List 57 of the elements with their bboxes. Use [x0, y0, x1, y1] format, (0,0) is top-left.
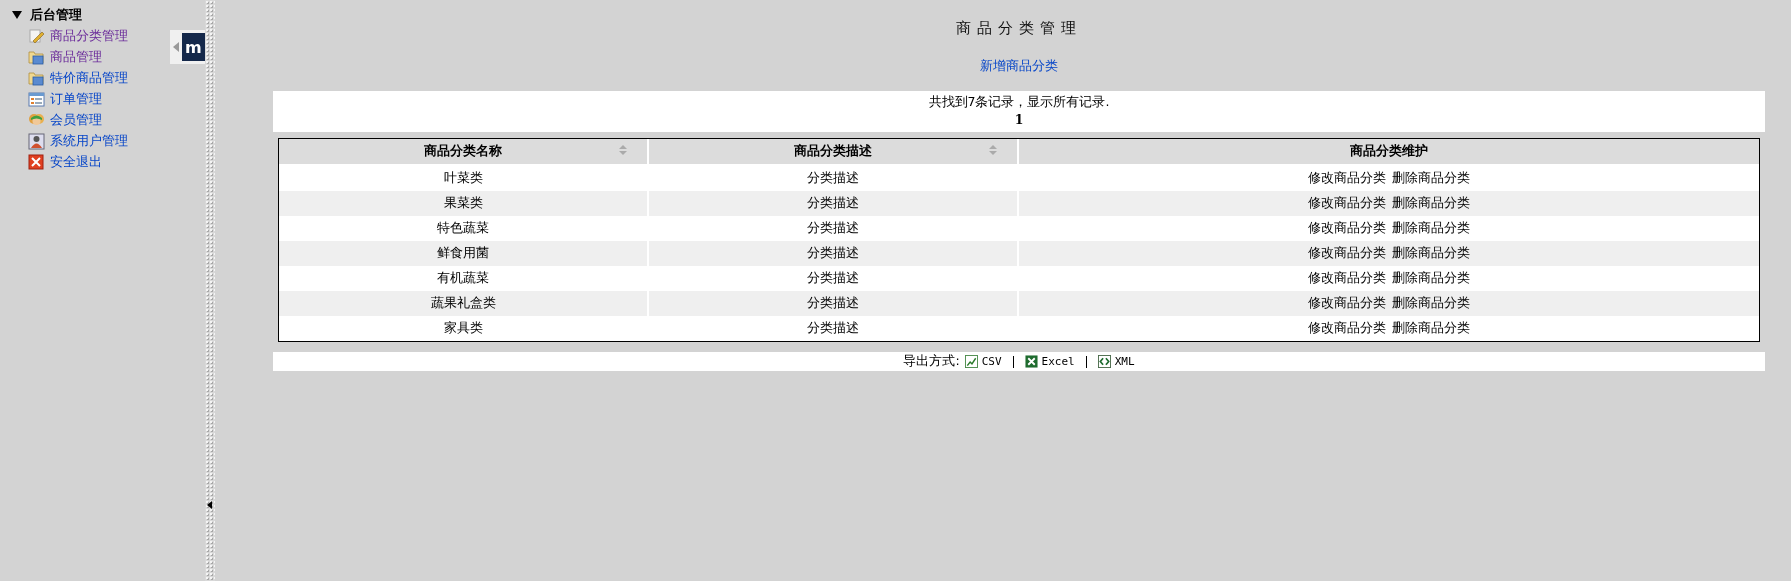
floating-tab[interactable]: m [170, 30, 205, 64]
sidebar-link[interactable]: 商品管理 [50, 49, 102, 66]
sidebar-link[interactable]: 安全退出 [50, 154, 102, 171]
action-link[interactable]: 修改商品分类 [1308, 320, 1386, 335]
table-cell: 果菜类 [279, 191, 649, 216]
export-link[interactable]: Excel [1024, 355, 1075, 368]
action-link[interactable]: 删除商品分类 [1392, 170, 1470, 185]
action-link[interactable]: 修改商品分类 [1308, 170, 1386, 185]
sort-icon [989, 145, 997, 155]
column-header[interactable]: 商品分类描述 [649, 139, 1019, 166]
sort-icon [619, 145, 627, 155]
action-link[interactable]: 修改商品分类 [1308, 220, 1386, 235]
table-cell: 分类描述 [649, 316, 1019, 341]
folder-icon [28, 70, 45, 87]
logo: m [182, 33, 205, 61]
export-link[interactable]: XML [1097, 355, 1135, 368]
sidebar-link[interactable]: 系统用户管理 [50, 133, 128, 150]
action-link[interactable]: 修改商品分类 [1308, 245, 1386, 260]
action-link[interactable]: 删除商品分类 [1392, 295, 1470, 310]
page-title: 商品分类管理 [955, 19, 1083, 39]
action-link[interactable]: 修改商品分类 [1308, 270, 1386, 285]
tree-root-label[interactable]: 后台管理 [30, 5, 82, 24]
spreadsheet-icon [1024, 355, 1038, 368]
table-cell: 家具类 [279, 316, 649, 341]
code-icon [1097, 355, 1111, 368]
export-label: 导出方式: [903, 353, 960, 370]
close-icon [28, 154, 45, 171]
action-link[interactable]: 修改商品分类 [1308, 195, 1386, 210]
page-number[interactable]: 1 [1014, 111, 1024, 129]
action-link[interactable]: 删除商品分类 [1392, 320, 1470, 335]
action-link[interactable]: 删除商品分类 [1392, 220, 1470, 235]
column-header: 商品分类维护 [1019, 139, 1759, 166]
export-link[interactable]: CSV [964, 355, 1002, 368]
table-cell: 鲜食用菌 [279, 241, 649, 266]
pencil-icon [28, 28, 45, 45]
table-cell: 分类描述 [649, 241, 1019, 266]
sidebar-link[interactable]: 商品分类管理 [50, 28, 128, 45]
arrow-icon [173, 42, 179, 52]
action-link[interactable]: 修改商品分类 [1308, 295, 1386, 310]
record-count-text: 共找到7条记录，显示所有记录. [928, 93, 1110, 111]
sidebar-link[interactable]: 特价商品管理 [50, 70, 128, 87]
sidebar-link[interactable]: 订单管理 [50, 91, 102, 108]
table-cell: 蔬果礼盒类 [279, 291, 649, 316]
sidebar-link[interactable]: 会员管理 [50, 112, 102, 129]
list-icon [28, 91, 45, 108]
column-header[interactable]: 商品分类名称 [279, 139, 649, 166]
action-link[interactable]: 删除商品分类 [1392, 195, 1470, 210]
action-link[interactable]: 删除商品分类 [1392, 270, 1470, 285]
user-icon [28, 133, 45, 150]
collapse-icon[interactable] [207, 501, 212, 509]
add-category-link[interactable]: 新增商品分类 [980, 57, 1058, 75]
action-link[interactable]: 删除商品分类 [1392, 245, 1470, 260]
table-cell: 分类描述 [649, 291, 1019, 316]
expand-icon[interactable] [12, 10, 22, 19]
chart-icon [964, 355, 978, 368]
folder-icon [28, 49, 45, 66]
table-cell: 分类描述 [649, 191, 1019, 216]
